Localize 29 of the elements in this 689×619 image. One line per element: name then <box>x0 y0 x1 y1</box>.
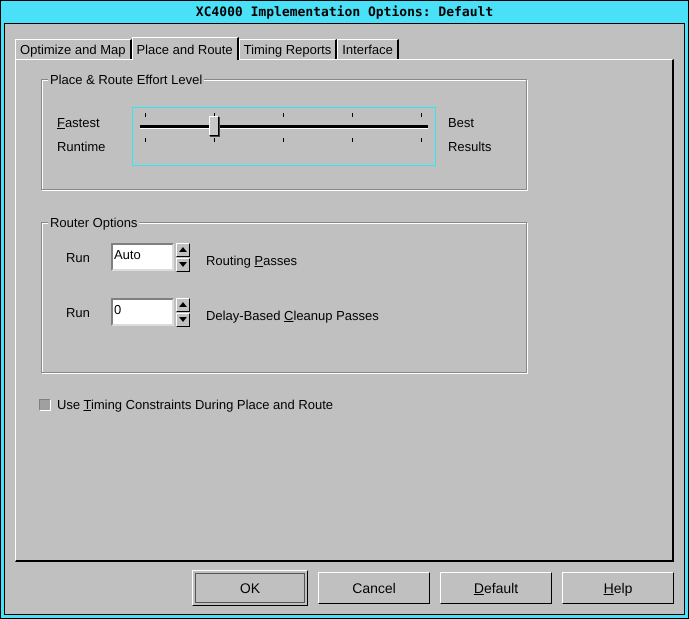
effort-slider[interactable] <box>132 107 436 166</box>
slider-label: Runtime <box>57 139 106 154</box>
slider-label: Results <box>448 139 492 154</box>
tab[interactable]: Timing Reports <box>238 39 338 59</box>
tab[interactable]: Place and Route <box>132 37 239 60</box>
run-label: Run <box>66 304 91 320</box>
group-title: Place & Route Effort Level <box>48 72 204 87</box>
dialog-button[interactable]: Help <box>562 572 674 604</box>
checkbox[interactable] <box>39 398 51 410</box>
tab[interactable]: Optimize and Map <box>15 39 132 59</box>
dialog-button[interactable]: OK <box>192 570 308 606</box>
group-title: Router Options <box>48 215 140 230</box>
input-field[interactable]: 0 <box>111 298 174 326</box>
run-label: Run <box>66 250 91 264</box>
slider-label: Fastest <box>57 115 101 130</box>
checkbox-label: Use Timing Constraints During Place and Route <box>57 397 334 412</box>
field-label: Routing Passes <box>206 252 298 268</box>
spin-up-icon[interactable] <box>176 298 190 312</box>
spin-down-icon[interactable] <box>176 258 190 272</box>
field-label: Delay-Based Cleanup Passes <box>206 308 379 322</box>
slider-thumb[interactable] <box>209 116 219 136</box>
spin-down-icon[interactable] <box>176 312 190 326</box>
tab[interactable]: Interface <box>337 39 399 59</box>
window-title: XC4000 Implementation Options: Default <box>194 4 494 22</box>
dialog-button[interactable]: Default <box>440 572 552 604</box>
dialog-button[interactable]: Cancel <box>318 572 430 604</box>
input-field[interactable]: Auto <box>111 243 174 271</box>
slider-label: Best <box>448 115 476 130</box>
spin-up-icon[interactable] <box>176 242 190 256</box>
